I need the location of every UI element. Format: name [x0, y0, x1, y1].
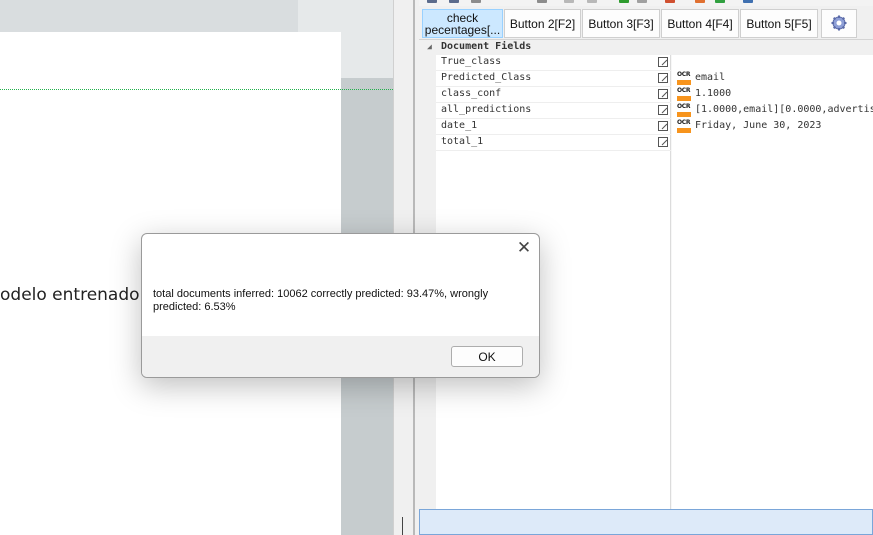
- toolbar-icon[interactable]: [665, 0, 675, 3]
- toolbar-icon[interactable]: [449, 0, 459, 3]
- fields-section-header[interactable]: ◢ Document Fields: [419, 40, 873, 55]
- ocr-icon: OCR: [677, 103, 691, 117]
- splitter-grip[interactable]: [402, 517, 403, 535]
- toolbar-icon[interactable]: [427, 0, 437, 3]
- field-name: all_predictions: [441, 104, 532, 115]
- bottom-panel[interactable]: [419, 509, 873, 535]
- field-value[interactable]: Friday, June 30, 2023: [695, 120, 821, 131]
- field-name: total_1: [441, 136, 484, 147]
- viewer-background: [0, 0, 298, 32]
- field-name: True_class: [441, 56, 502, 67]
- ok-button[interactable]: OK: [451, 346, 523, 367]
- ocr-badge-bar: [677, 96, 691, 101]
- collapse-caret-icon[interactable]: ◢: [427, 42, 432, 51]
- button-2[interactable]: Button 2[F2]: [504, 9, 581, 38]
- toolbar-icon[interactable]: [471, 0, 481, 3]
- edit-field-icon[interactable]: [658, 89, 668, 99]
- gear-icon: [831, 15, 847, 33]
- edit-field-icon[interactable]: [658, 73, 668, 83]
- toolbar-icon[interactable]: [743, 0, 753, 3]
- ocr-badge-text: OCR: [677, 71, 691, 78]
- dialog-footer: OK: [142, 336, 539, 377]
- field-row-class-conf[interactable]: class_conf OCR 1.1000: [436, 87, 873, 103]
- toolbar-icon[interactable]: [619, 0, 629, 3]
- edit-field-icon[interactable]: [658, 57, 668, 67]
- edit-field-icon[interactable]: [658, 121, 668, 131]
- document-text: odelo entrenado: [0, 285, 140, 305]
- button-bar: check pecentages[... Button 2[F2] Button…: [419, 6, 873, 40]
- field-name: date_1: [441, 120, 478, 131]
- field-row-total-1[interactable]: total_1: [436, 135, 873, 151]
- field-value[interactable]: 1.1000: [695, 88, 731, 99]
- field-row-true-class[interactable]: True_class: [436, 55, 873, 71]
- field-value[interactable]: email: [695, 72, 725, 83]
- ocr-icon: OCR: [677, 119, 691, 133]
- toolbar-icon[interactable]: [695, 0, 705, 3]
- ocr-badge-bar: [677, 112, 691, 117]
- dialog-message: total documents inferred: 10062 correctl…: [153, 288, 489, 313]
- settings-button[interactable]: [821, 9, 857, 38]
- row-divider: [436, 150, 671, 151]
- ocr-icon: OCR: [677, 87, 691, 101]
- button-3[interactable]: Button 3[F3]: [582, 9, 660, 38]
- ocr-badge-bar: [677, 128, 691, 133]
- close-icon[interactable]: ✕: [515, 239, 533, 257]
- ocr-badge-bar: [677, 80, 691, 85]
- ocr-badge-text: OCR: [677, 87, 691, 94]
- edit-field-icon[interactable]: [658, 105, 668, 115]
- edit-field-icon[interactable]: [658, 137, 668, 147]
- ocr-badge-text: OCR: [677, 119, 691, 126]
- toolbar-icon[interactable]: [637, 0, 647, 3]
- ocr-badge-text: OCR: [677, 103, 691, 110]
- field-row-all-predictions[interactable]: all_predictions OCR [1.0000,email][0.000…: [436, 103, 873, 119]
- toolbar-icon[interactable]: [564, 0, 574, 3]
- check-percentages-label: check pecentages[...: [424, 10, 501, 37]
- toolbar-icon[interactable]: [587, 0, 597, 3]
- field-name: Predicted_Class: [441, 72, 532, 83]
- button-5[interactable]: Button 5[F5]: [740, 9, 818, 38]
- fields-section-title: Document Fields: [441, 41, 532, 52]
- check-percentages-button[interactable]: check pecentages[...: [422, 9, 503, 38]
- field-row-date-1[interactable]: date_1 OCR Friday, June 30, 2023: [436, 119, 873, 135]
- toolbar-icon[interactable]: [715, 0, 725, 3]
- ocr-icon: OCR: [677, 71, 691, 85]
- guide-line: [0, 89, 393, 90]
- button-4[interactable]: Button 4[F4]: [661, 9, 739, 38]
- field-row-predicted-class[interactable]: Predicted_Class OCR email: [436, 71, 873, 87]
- results-dialog: ✕ total documents inferred: 10062 correc…: [141, 233, 540, 378]
- toolbar-icon[interactable]: [537, 0, 547, 3]
- field-name: class_conf: [441, 88, 502, 99]
- field-value[interactable]: [1.0000,email][0.0000,advertis: [695, 104, 873, 115]
